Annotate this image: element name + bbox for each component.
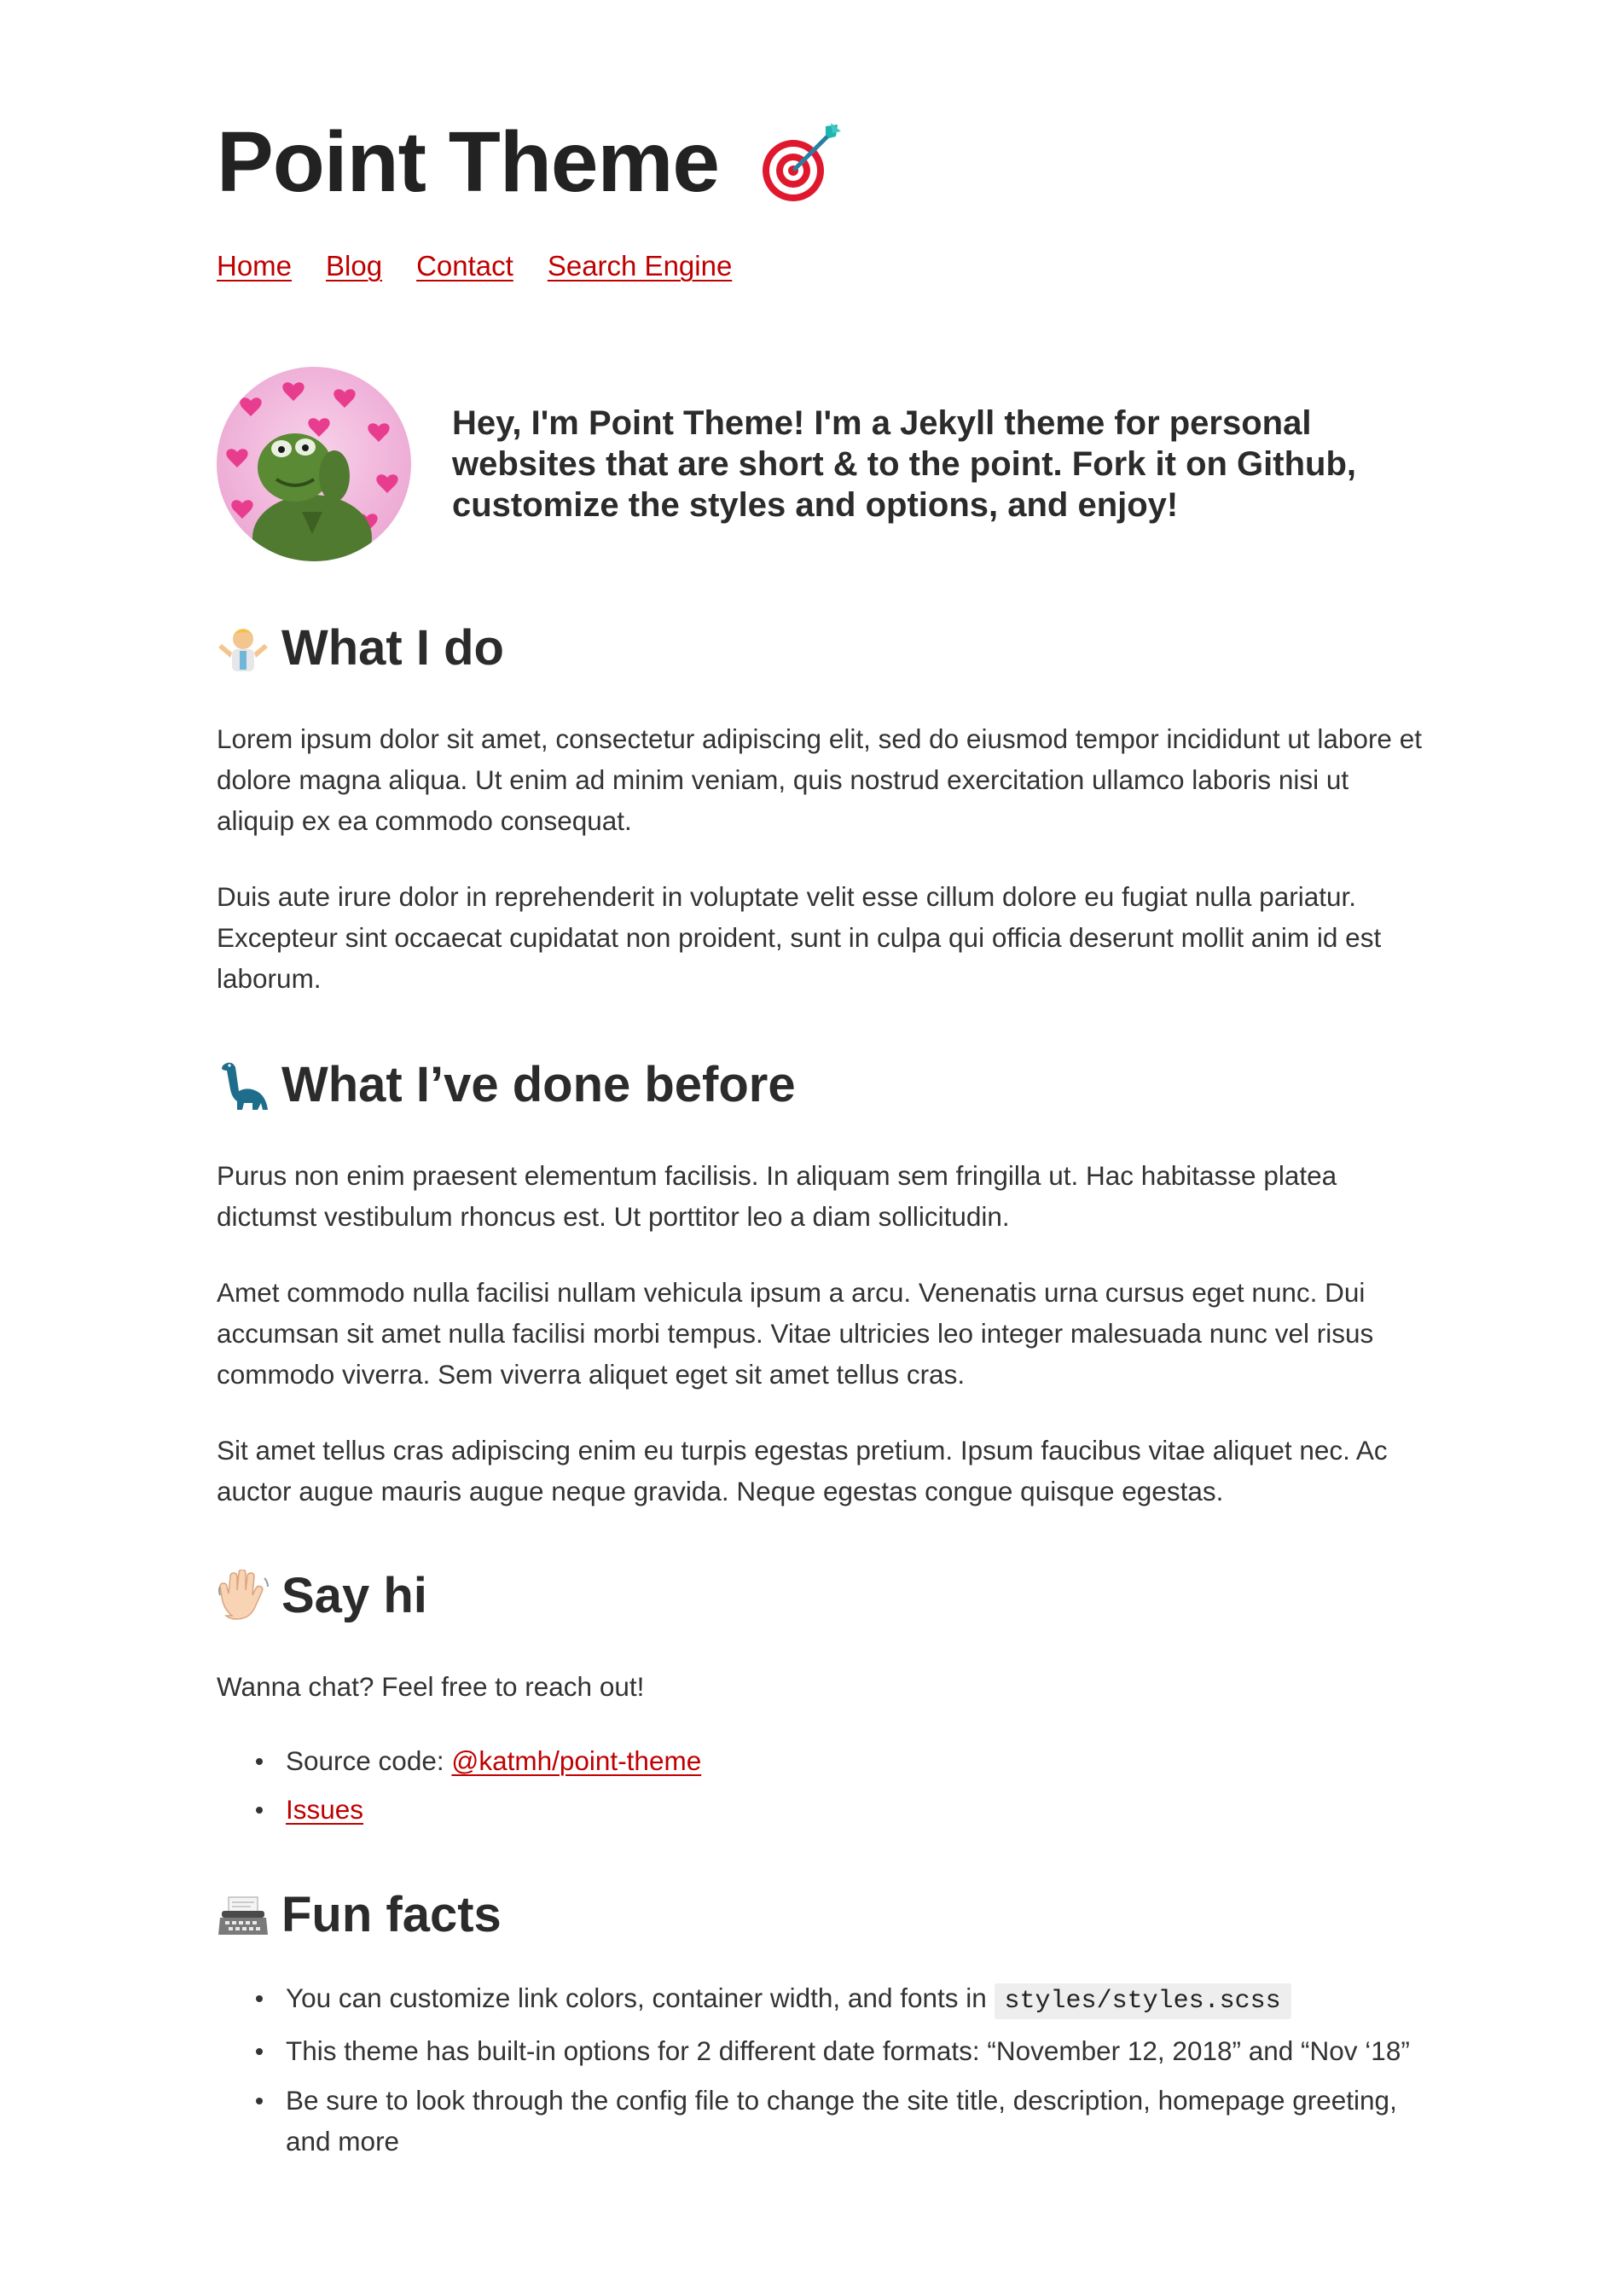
what-i-do-paragraph-1: Lorem ipsum dolor sit amet, consectetur … (217, 723, 1422, 836)
section-heading-say-hi: Say hi (217, 1566, 427, 1626)
list-item-text: You can customize link colors, container… (286, 1982, 995, 2013)
waving-hand-icon (217, 1569, 270, 1623)
section-heading-what-ive-done-before: What I’ve done before (217, 1055, 796, 1115)
list-item: You can customize link colors, container… (217, 1977, 1445, 2022)
list-item: Source code: @katmh/point-theme (217, 1740, 1445, 1781)
source-code-link[interactable]: @katmh/point-theme (451, 1745, 701, 1776)
list-item: Be sure to look through the config file … (217, 2080, 1445, 2162)
what-i-do-paragraph-2: Duis aute irure dolor in reprehenderit i… (217, 881, 1382, 994)
list-item-text: This theme has built-in options for 2 di… (286, 2035, 1410, 2066)
page: Point Theme Home Blog Contact Search Eng… (0, 0, 1624, 2293)
styles-path-code: styles/styles.scss (994, 1983, 1291, 2019)
site-title: Point Theme (217, 111, 843, 213)
intro: Hey, I'm Point Theme! I'm a Jekyll theme… (217, 367, 1419, 561)
nav-contact-link[interactable]: Contact (416, 246, 513, 287)
intro-greeting: Hey, I'm Point Theme! I'm a Jekyll theme… (452, 404, 1357, 524)
list-item: Issues (217, 1789, 1445, 1830)
kermit-avatar (217, 367, 411, 561)
dinosaur-icon (217, 1059, 270, 1112)
site-title-text: Point Theme (217, 114, 720, 210)
section-heading-text: What I do (281, 620, 504, 676)
nav-search-engine-link[interactable]: Search Engine (548, 246, 732, 287)
section-heading-text: Fun facts (281, 1887, 502, 1942)
section-heading-what-i-do: What I do (217, 618, 504, 678)
dart-target-icon (757, 121, 843, 206)
fun-facts-list: You can customize link colors, container… (217, 1977, 1445, 2162)
say-hi-list: Source code: @katmh/point-theme Issues (217, 1740, 1445, 1830)
section-heading-text: What I’ve done before (281, 1057, 796, 1112)
nav-home-link[interactable]: Home (217, 246, 292, 287)
what-ive-done-paragraph-3: Sit amet tellus cras adipiscing enim eu … (217, 1435, 1388, 1506)
typewriter-icon (217, 1889, 270, 1942)
issues-link[interactable]: Issues (286, 1794, 363, 1825)
main-nav: Home Blog Contact Search Engine (217, 246, 732, 287)
say-hi-paragraph: Wanna chat? Feel free to reach out! (217, 1671, 645, 1702)
list-item-prefix: Source code: (286, 1745, 452, 1776)
section-heading-text: Say hi (281, 1568, 427, 1623)
shrugging-man-icon (217, 622, 270, 675)
what-ive-done-paragraph-1: Purus non enim praesent elementum facili… (217, 1160, 1337, 1232)
what-ive-done-paragraph-2: Amet commodo nulla facilisi nullam vehic… (217, 1277, 1374, 1390)
list-item-text: Be sure to look through the config file … (286, 2085, 1397, 2157)
section-heading-fun-facts: Fun facts (217, 1885, 502, 1945)
list-item: This theme has built-in options for 2 di… (217, 2030, 1445, 2071)
nav-blog-link[interactable]: Blog (326, 246, 382, 287)
